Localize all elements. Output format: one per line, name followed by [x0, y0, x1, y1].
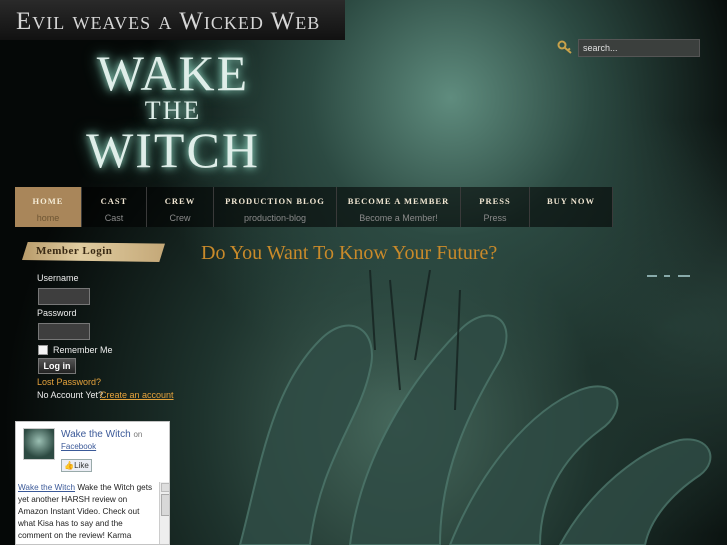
nav-sublabel: Become a Member!: [359, 213, 438, 223]
thumbs-up-icon: 👍: [64, 461, 75, 470]
remember-me-label: Remember Me: [53, 345, 113, 355]
nav-item-become-a-member[interactable]: BECOME A MEMBER Become a Member!: [337, 187, 461, 227]
main-nav: HOME home CAST Cast CREW Crew PRODUCTION…: [15, 187, 613, 227]
logo-line-1: WAKE: [96, 45, 250, 101]
nav-label: CREW: [164, 196, 196, 206]
facebook-post-source[interactable]: Wake the Witch: [18, 483, 75, 492]
scroll-up-icon[interactable]: [161, 483, 169, 492]
facebook-widget: Wake the Witch on Facebook 👍Like Wake th…: [15, 421, 170, 545]
nav-item-home[interactable]: HOME home: [15, 187, 82, 227]
member-login-title: Member Login: [36, 245, 113, 257]
hands-artwork: [238, 270, 712, 545]
facebook-page-name[interactable]: Wake the Witch on: [61, 429, 142, 440]
nav-item-production-blog[interactable]: PRODUCTION BLOG production-blog: [214, 187, 337, 227]
remember-me-checkbox[interactable]: [38, 345, 48, 355]
nav-item-crew[interactable]: CREW Crew: [147, 187, 214, 227]
search-input[interactable]: [578, 39, 700, 57]
site-tagline: Evil weaves a Wicked Web: [16, 8, 321, 35]
facebook-on-text: on: [133, 430, 143, 439]
nav-item-cast[interactable]: CAST Cast: [82, 187, 147, 227]
like-label: Like: [74, 461, 89, 470]
scroll-thumb[interactable]: [161, 494, 169, 516]
nav-label: PRODUCTION BLOG: [225, 196, 325, 206]
lost-password-link[interactable]: Lost Password?: [37, 377, 101, 387]
no-account-label: No Account Yet?: [37, 390, 104, 400]
facebook-like-button[interactable]: 👍Like: [61, 459, 92, 472]
logo-line-3: WITCH: [86, 122, 260, 178]
username-field[interactable]: [38, 288, 90, 305]
nav-label: BECOME A MEMBER: [347, 196, 450, 206]
create-account-link[interactable]: Create an account: [100, 390, 174, 400]
facebook-feed-scrollbar[interactable]: [159, 482, 169, 544]
nav-sublabel: Crew: [169, 213, 191, 223]
facebook-page-name-text: Wake the Witch: [61, 429, 131, 440]
nav-label: CAST: [100, 196, 128, 206]
password-label: Password: [37, 308, 77, 318]
divider: [647, 275, 657, 277]
nav-sublabel: home: [36, 213, 60, 223]
nav-label: BUY NOW: [546, 196, 595, 206]
facebook-page-avatar[interactable]: [23, 428, 55, 460]
nav-sublabel: production-blog: [243, 213, 307, 223]
nav-sublabel: Press: [483, 213, 507, 223]
page-heading: Do You Want To Know Your Future?: [201, 242, 498, 264]
member-login-banner: Member Login: [22, 242, 165, 262]
username-label: Username: [37, 273, 79, 283]
nav-label: PRESS: [479, 196, 511, 206]
site-logo[interactable]: WAKE THE WITCH: [78, 48, 268, 176]
facebook-link[interactable]: Facebook: [61, 442, 96, 451]
nav-sublabel: Cast: [104, 213, 124, 223]
logo-line-2: THE: [144, 96, 202, 125]
key-icon: [557, 40, 572, 54]
facebook-feed: Wake the Witch Wake the Witch gets yet a…: [18, 482, 160, 544]
nav-item-press[interactable]: PRESS Press: [461, 187, 530, 227]
login-button[interactable]: Log in: [38, 358, 76, 374]
password-field[interactable]: [38, 323, 90, 340]
divider: [664, 275, 670, 277]
nav-item-buy-now[interactable]: BUY NOW: [530, 187, 613, 227]
nav-label: HOME: [32, 196, 64, 206]
divider: [678, 275, 690, 277]
